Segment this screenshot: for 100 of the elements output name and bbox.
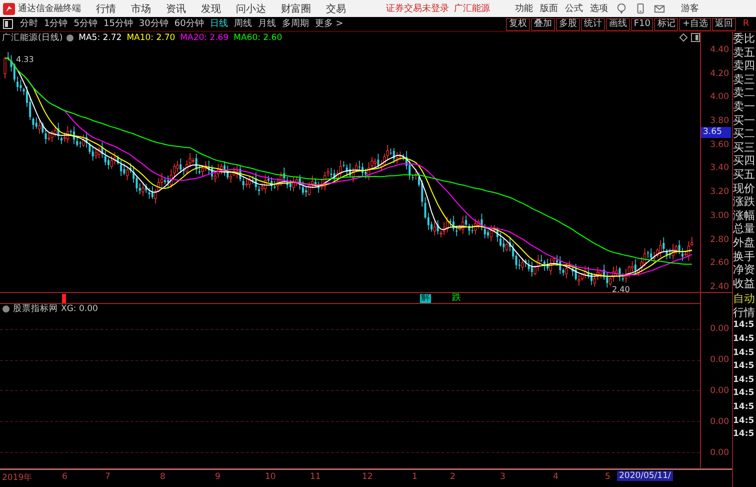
price-axis-label: 4.00 bbox=[709, 91, 730, 104]
period-tab[interactable]: 更多 > bbox=[312, 18, 346, 30]
corner-label: R bbox=[742, 19, 750, 29]
panel-toggle-icon[interactable] bbox=[3, 19, 13, 29]
quote-label: 买四 bbox=[733, 154, 756, 168]
tool-button[interactable]: +自选 bbox=[679, 18, 711, 30]
period-tab[interactable]: 周线 bbox=[230, 18, 255, 30]
trade-time: 14:5 bbox=[733, 333, 756, 346]
stock-name: 广汇能源 bbox=[454, 2, 490, 15]
price-cursor-label: 3.65 bbox=[701, 126, 731, 138]
period-tab[interactable]: 日线 bbox=[206, 18, 231, 30]
diamond-icon[interactable] bbox=[679, 33, 688, 42]
login-status[interactable]: 证券交易未登录 bbox=[386, 2, 449, 15]
ma-value: MA5: 2.72 bbox=[78, 32, 122, 42]
period-tab[interactable]: 月线 bbox=[254, 18, 279, 30]
tool-button[interactable]: F10 bbox=[630, 18, 654, 30]
date-axis-label: 10 bbox=[265, 472, 276, 482]
trade-time: 14:5 bbox=[733, 428, 756, 442]
date-axis-label: 11 bbox=[310, 472, 321, 482]
price-axis-label: 2.40 bbox=[709, 280, 730, 293]
quote-label: 买三 bbox=[733, 140, 756, 154]
tool-button[interactable]: 叠加 bbox=[530, 18, 555, 30]
period-tab[interactable]: 60分钟 bbox=[171, 18, 207, 30]
price-axis-label: 3.40 bbox=[709, 162, 730, 174]
price-axis-label: 3.60 bbox=[709, 138, 730, 151]
date-axis-label: 2019年 bbox=[2, 472, 33, 484]
menu-item[interactable]: 选项 bbox=[590, 2, 608, 15]
ma-value: MA10: 2.70 bbox=[126, 32, 176, 42]
menu-item[interactable]: 资讯 bbox=[166, 2, 186, 16]
date-axis-label: 5 bbox=[605, 472, 610, 482]
period-tab[interactable]: 5分钟 bbox=[70, 18, 100, 30]
trade-time: 14:5 bbox=[733, 360, 756, 374]
indicator-value: XG: 0.00 bbox=[61, 304, 98, 314]
quote-label: 买一 bbox=[733, 114, 756, 128]
user-label[interactable]: 游客 bbox=[681, 2, 699, 15]
quote-label: 收益 bbox=[733, 276, 756, 290]
menu-item[interactable]: 问小达 bbox=[236, 2, 266, 16]
quote-label: 换手 bbox=[733, 250, 756, 264]
app-logo-icon bbox=[3, 2, 15, 14]
quote-label: 涨跌 bbox=[733, 195, 756, 209]
tool-button[interactable]: 画线 bbox=[606, 18, 630, 30]
date-axis-label: 6 bbox=[62, 472, 68, 482]
trade-time: 14:5 bbox=[733, 319, 756, 332]
app-title: 通达信金融终端 bbox=[18, 2, 81, 15]
date-axis-label: 3 bbox=[500, 472, 506, 482]
date-axis-label: 1 bbox=[412, 472, 418, 482]
quote-label: 卖一 bbox=[733, 100, 756, 114]
signal-label: 跌 bbox=[452, 294, 461, 303]
trade-time: 14:5 bbox=[733, 387, 756, 400]
menu-item[interactable]: 功能 bbox=[515, 2, 533, 15]
date-axis-label: 2 bbox=[450, 472, 456, 482]
tool-button[interactable]: 多股 bbox=[556, 18, 580, 30]
period-tab[interactable]: 多周期 bbox=[278, 18, 312, 30]
phone-icon[interactable] bbox=[635, 3, 646, 14]
period-tab[interactable]: 15分钟 bbox=[100, 18, 136, 30]
period-tab[interactable]: 1分钟 bbox=[41, 18, 71, 30]
period-tab[interactable]: 分时 bbox=[17, 18, 41, 30]
panel-toggle-icon[interactable] bbox=[691, 33, 700, 42]
ma-value: MA20: 2.69 bbox=[180, 32, 229, 42]
indicator-axis-label: 0.00 bbox=[709, 386, 730, 396]
tool-button[interactable]: 标记 bbox=[654, 18, 678, 30]
trade-time: 14:5 bbox=[733, 374, 756, 387]
tool-button[interactable]: 复权 bbox=[506, 18, 530, 30]
menu-item[interactable]: 市场 bbox=[131, 2, 151, 16]
period-tab[interactable]: 30分钟 bbox=[136, 18, 172, 30]
price-axis-label: 2.60 bbox=[709, 257, 730, 270]
menu-item[interactable]: 财富圈 bbox=[281, 2, 311, 16]
trade-time: 14:5 bbox=[733, 401, 756, 414]
price-axis-label: 3.00 bbox=[709, 210, 730, 222]
indicator-axis-label: 0.00 bbox=[709, 448, 730, 458]
menu-item[interactable]: 版面 bbox=[540, 2, 558, 15]
price-axis-label: 4.20 bbox=[709, 68, 730, 80]
quote-label: 卖四 bbox=[733, 59, 756, 73]
date-axis-label: 7 bbox=[105, 472, 110, 482]
quote-label: 净资 bbox=[733, 263, 756, 277]
quote-label: 卖二 bbox=[733, 86, 756, 100]
high-price-label: 4.33 bbox=[16, 55, 34, 64]
section-label: 行情 bbox=[733, 306, 756, 320]
menu-item[interactable]: 行情 bbox=[96, 2, 116, 16]
chart-title: 广汇能源(日线) bbox=[2, 32, 63, 44]
indicator-axis-label: 0.00 bbox=[709, 355, 730, 366]
menu-item[interactable]: 交易 bbox=[326, 2, 346, 16]
tool-button[interactable]: 统计 bbox=[580, 18, 605, 30]
price-axis-label: 3.20 bbox=[709, 186, 730, 198]
date-axis-label: 9 bbox=[215, 472, 220, 482]
mail-icon[interactable] bbox=[654, 3, 665, 14]
ma-value: MA60: 2.60 bbox=[234, 32, 282, 42]
trade-time: 14:5 bbox=[733, 346, 756, 360]
signal-mark-icon bbox=[62, 294, 66, 303]
tool-button[interactable]: 返回 bbox=[712, 18, 736, 30]
quote-label: 卖五 bbox=[733, 46, 756, 60]
price-axis-label: 4.40 bbox=[709, 44, 730, 56]
quote-label: 外盘 bbox=[733, 236, 756, 250]
low-price-label: 2.40 bbox=[612, 285, 630, 294]
auto-label[interactable]: 自动 bbox=[733, 292, 756, 306]
trade-time: 14:5 bbox=[733, 414, 756, 428]
indicator-axis-label: 0.00 bbox=[709, 324, 730, 334]
signal-label: 解 bbox=[420, 294, 431, 303]
menu-item[interactable]: 公式 bbox=[565, 2, 583, 15]
menu-item[interactable]: 发现 bbox=[201, 2, 221, 16]
